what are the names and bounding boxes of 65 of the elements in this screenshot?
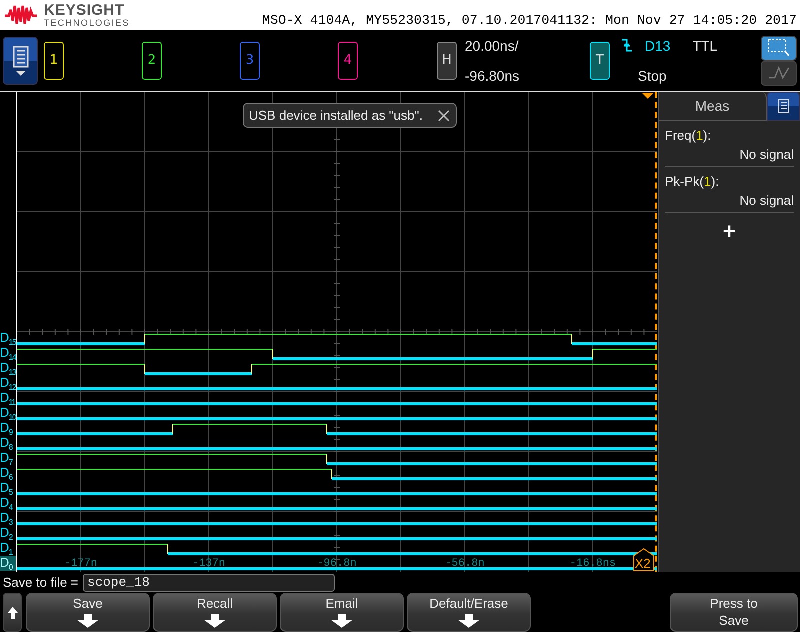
channel-label[interactable]: D$_{0}$ (0, 556, 16, 571)
trigger-source: D13 (645, 38, 671, 54)
down-arrow-icon (331, 614, 353, 628)
file-name-field[interactable]: scope_18 (82, 574, 335, 592)
softkey-button[interactable]: Save (26, 593, 150, 632)
instrument-title: MSO-X 4104A, MY55230315, 07.10.2017041132: Mon Nov 27 14:05:20 2017 (262, 13, 797, 28)
measurement-name: Freq(1): (665, 128, 712, 143)
logo-wave-icon (4, 4, 38, 26)
meas-tab-label[interactable]: Meas (695, 98, 730, 114)
brand-subtitle: TECHNOLOGIES (44, 18, 130, 28)
softkey-button[interactable]: Default/Erase (407, 593, 531, 632)
horizontal-key[interactable]: H (437, 42, 457, 80)
time-axis-label: -16.8ns (568, 558, 618, 570)
down-arrow-icon (458, 614, 480, 628)
press-to-save-button[interactable]: Press to Save (670, 593, 798, 632)
channel-label[interactable]: D$_{9}$ (0, 421, 16, 436)
up-arrow-icon (8, 606, 18, 618)
time-axis-label: -96.8n (316, 558, 358, 570)
time-scale: 20.00ns/ (465, 38, 520, 54)
close-icon[interactable] (438, 110, 450, 122)
time-axis-label: -137n (191, 558, 226, 570)
channel-label[interactable]: D$_{2}$ (0, 526, 16, 541)
measurement-value: No signal (740, 193, 794, 208)
panel-menu-tab[interactable] (767, 92, 800, 121)
brand-name: KEYSIGHT (44, 2, 126, 18)
channel-label[interactable]: D$_{12}$ (0, 376, 16, 391)
softkey-button[interactable]: Email (280, 593, 404, 632)
channel-label[interactable]: D$_{5}$ (0, 481, 16, 496)
channel-key[interactable]: 1 (44, 42, 64, 80)
selection-icon (768, 39, 790, 57)
channel-label[interactable]: D$_{7}$ (0, 451, 16, 466)
channel-key[interactable]: 3 (240, 42, 260, 80)
channel-label[interactable]: D$_{15}$ (0, 331, 16, 346)
channel-label[interactable]: D$_{6}$ (0, 466, 16, 481)
channel-label[interactable]: D$_{4}$ (0, 496, 16, 511)
channel-key[interactable]: 4 (338, 42, 358, 80)
measurement-name: Pk-Pk(1): (665, 174, 720, 189)
time-delay: -96.80ns (465, 68, 520, 84)
falling-edge-icon (622, 39, 633, 52)
softkey-button[interactable]: Recall (153, 593, 277, 632)
down-arrow-icon (77, 614, 99, 628)
channel-label[interactable]: D$_{11}$ (0, 391, 16, 406)
zoom-select-button[interactable] (761, 36, 797, 60)
channel-key[interactable]: 2 (142, 42, 162, 80)
channel-label[interactable]: D$_{1}$ (0, 541, 16, 556)
channel-label[interactable]: D$_{8}$ (0, 436, 16, 451)
back-button[interactable] (3, 593, 22, 632)
trigger-threshold: TTL (692, 38, 718, 54)
run-status: Stop (638, 68, 668, 84)
trigger-key[interactable]: T (590, 42, 610, 80)
save-file-label: Save to file = (3, 575, 79, 590)
notification-text: USB device installed as "usb". (249, 108, 423, 123)
channel-label[interactable]: D$_{10}$ (0, 406, 16, 421)
down-arrow-icon (204, 614, 226, 628)
channel-label[interactable]: D$_{13}$ (0, 361, 16, 376)
channel-label[interactable]: D$_{3}$ (0, 511, 16, 526)
document-icon (778, 99, 790, 114)
time-axis-label: -56.8n (444, 558, 486, 570)
main-menu-button[interactable] (3, 36, 38, 84)
measurement-value: No signal (740, 147, 794, 162)
channel-label[interactable]: D$_{14}$ (0, 346, 16, 361)
add-measurement-button[interactable]: + (718, 221, 742, 242)
time-axis-label: -177n (63, 558, 98, 570)
document-icon (12, 46, 28, 68)
caret-icon (16, 70, 26, 76)
